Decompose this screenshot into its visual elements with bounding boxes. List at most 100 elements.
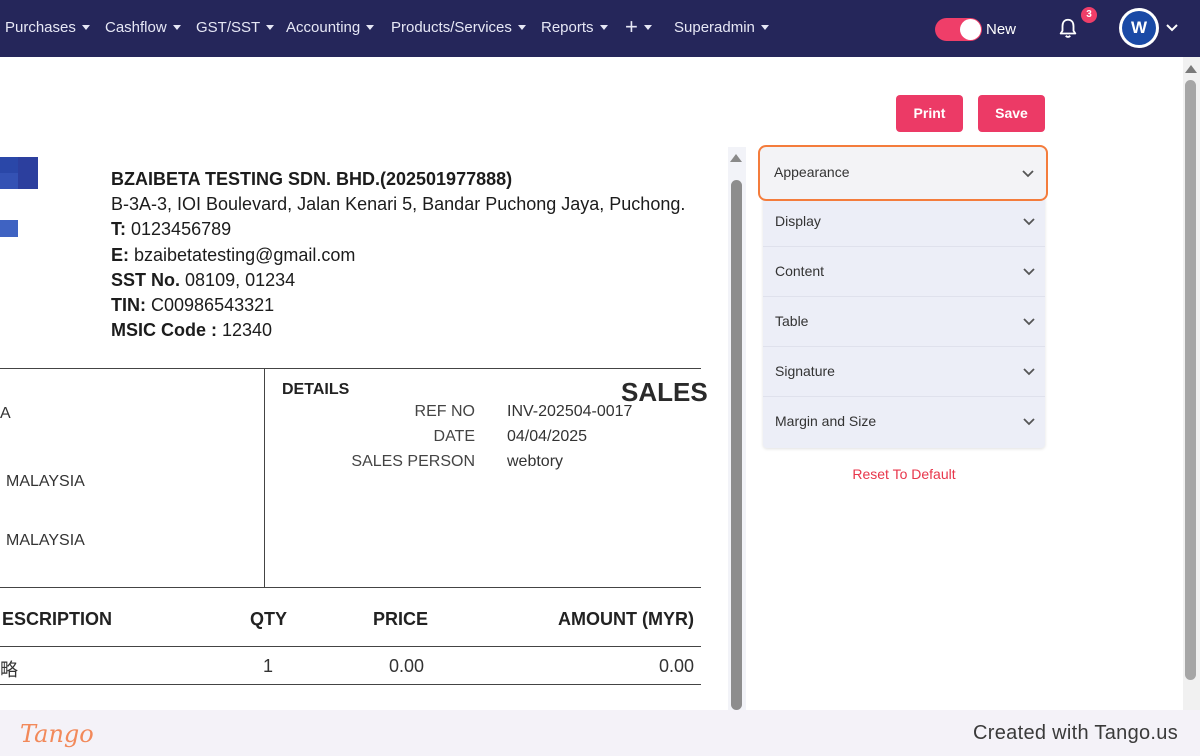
row-amount: 0.00 — [659, 656, 695, 676]
preview-scroll-up-arrow[interactable] — [730, 154, 742, 162]
row-price: 0.00 — [389, 656, 425, 676]
company-address: B-3A-3, IOI Boulevard, Jalan Kenari 5, B… — [111, 194, 686, 215]
company-logo — [0, 157, 18, 173]
nav-item-reports[interactable]: Reports — [541, 19, 608, 36]
caret-down-icon — [266, 25, 275, 30]
company-logo — [0, 220, 18, 237]
caret-down-icon — [172, 25, 181, 30]
date-value: 04/04/2025 — [507, 428, 588, 445]
phone-label: T: — [111, 219, 126, 240]
divider — [0, 646, 701, 647]
avatar-initial: W — [1122, 11, 1156, 45]
column-header-description: ESCRIPTION — [2, 609, 113, 629]
ref-no-label: REF NO — [414, 403, 475, 420]
sales-person-value: webtory — [507, 453, 564, 470]
avatar[interactable]: W — [1119, 8, 1159, 48]
page-scrollbar-thumb[interactable] — [1185, 80, 1196, 680]
nav-item-label: Reports — [541, 19, 594, 36]
chevron-down-icon — [1023, 218, 1035, 226]
msic-label: MSIC Code : — [111, 320, 217, 341]
email-label: E: — [111, 244, 129, 265]
caret-down-icon — [643, 24, 652, 30]
accordion-signature[interactable]: Signature — [763, 347, 1045, 397]
accordion-label: Display — [775, 213, 821, 229]
customer-line: MALAYSIA — [6, 473, 85, 490]
company-logo — [0, 173, 18, 189]
company-logo — [18, 157, 38, 189]
toggle-label: New — [986, 21, 1017, 38]
notification-badge: 3 — [1081, 7, 1097, 23]
row-qty: 1 — [263, 656, 274, 676]
sales-person-label: SALES PERSON — [351, 453, 475, 470]
chevron-down-icon — [1022, 170, 1034, 178]
chevron-down-icon — [1023, 268, 1035, 276]
divider — [264, 368, 265, 588]
column-header-price: PRICE — [373, 609, 429, 629]
nav-item-accounting[interactable]: Accounting — [286, 19, 375, 36]
column-header-qty: QTY — [250, 609, 288, 629]
details-title: DETAILS — [282, 381, 350, 398]
phone-value: 0123456789 — [131, 219, 232, 240]
accordion-label: Appearance — [774, 164, 850, 180]
caret-down-icon — [81, 25, 90, 30]
nav-item-superadmin[interactable]: Superadmin — [674, 19, 769, 36]
nav-item-products-services[interactable]: Products/Services — [391, 19, 526, 36]
accordion-label: Margin and Size — [775, 413, 877, 429]
nav-item-add[interactable]: + — [625, 14, 652, 39]
accordion-content[interactable]: Content — [763, 247, 1045, 297]
nav-item-label: GST/SST — [196, 19, 261, 36]
caret-down-icon — [517, 25, 526, 30]
divider — [0, 368, 701, 369]
bell-icon[interactable] — [1057, 16, 1079, 40]
accordion-label: Table — [775, 313, 809, 329]
new-ui-toggle[interactable] — [935, 18, 982, 41]
nav-item-label: Purchases — [5, 19, 76, 36]
accordion-table[interactable]: Table — [763, 297, 1045, 347]
chevron-down-icon[interactable] — [1166, 23, 1178, 33]
nav-item-label: Cashflow — [105, 19, 167, 36]
column-header-amount: AMOUNT (MYR) — [558, 609, 694, 629]
toggle-knob — [960, 19, 981, 40]
email-value: bzaibetatesting@gmail.com — [134, 244, 356, 265]
divider — [0, 684, 701, 685]
chevron-down-icon — [1023, 418, 1035, 426]
tin-value: C00986543321 — [151, 295, 275, 316]
nav-item-label: Superadmin — [674, 19, 755, 36]
page-scroll-up-arrow[interactable] — [1185, 65, 1197, 73]
tin-label: TIN: — [111, 295, 146, 316]
nav-item-purchases[interactable]: Purchases — [5, 19, 90, 36]
accordion-display[interactable]: Display — [763, 197, 1045, 247]
nav-item-label: Products/Services — [391, 19, 512, 36]
main-content: Print Save BZAIBETA TESTING SDN. BHD.(20… — [0, 57, 1183, 710]
nav-item-cashflow[interactable]: Cashflow — [105, 19, 181, 36]
top-navbar: Purchases Cashflow GST/SST Accounting Pr… — [0, 0, 1200, 57]
chevron-down-icon — [1023, 318, 1035, 326]
caret-down-icon — [599, 25, 608, 30]
row-description: 略 — [0, 660, 18, 680]
company-info: BZAIBETA TESTING SDN. BHD.(202501977888)… — [111, 167, 685, 343]
customer-line: MALAYSIA — [6, 532, 85, 549]
accordion-label: Signature — [775, 363, 835, 379]
footer: Tango Created with Tango.us — [0, 710, 1200, 756]
print-button[interactable]: Print — [896, 95, 963, 132]
preview-scrollbar-thumb[interactable] — [731, 180, 742, 710]
caret-down-icon — [760, 25, 769, 30]
accordion-margin-and-size[interactable]: Margin and Size — [763, 397, 1045, 447]
tango-logo: Tango — [20, 720, 94, 748]
accordion-appearance-highlight[interactable]: Appearance — [758, 145, 1048, 201]
plus-icon: + — [625, 14, 638, 39]
sst-value: 08109, 01234 — [185, 269, 296, 290]
company-name: BZAIBETA TESTING SDN. BHD.(202501977888) — [111, 169, 513, 189]
save-button[interactable]: Save — [978, 95, 1045, 132]
divider — [0, 587, 701, 588]
nav-item-gst-sst[interactable]: GST/SST — [196, 19, 275, 36]
reset-to-default-link[interactable]: Reset To Default — [763, 466, 1045, 482]
caret-down-icon — [366, 25, 375, 30]
sst-label: SST No. — [111, 269, 181, 290]
accordion-label: Content — [775, 263, 825, 279]
nav-item-label: Accounting — [286, 19, 361, 36]
ref-no-value: INV-202504-0017 — [507, 403, 633, 420]
document-type-title: SALES — [621, 377, 708, 407]
chevron-down-icon — [1023, 368, 1035, 376]
customer-line: A — [0, 405, 11, 422]
